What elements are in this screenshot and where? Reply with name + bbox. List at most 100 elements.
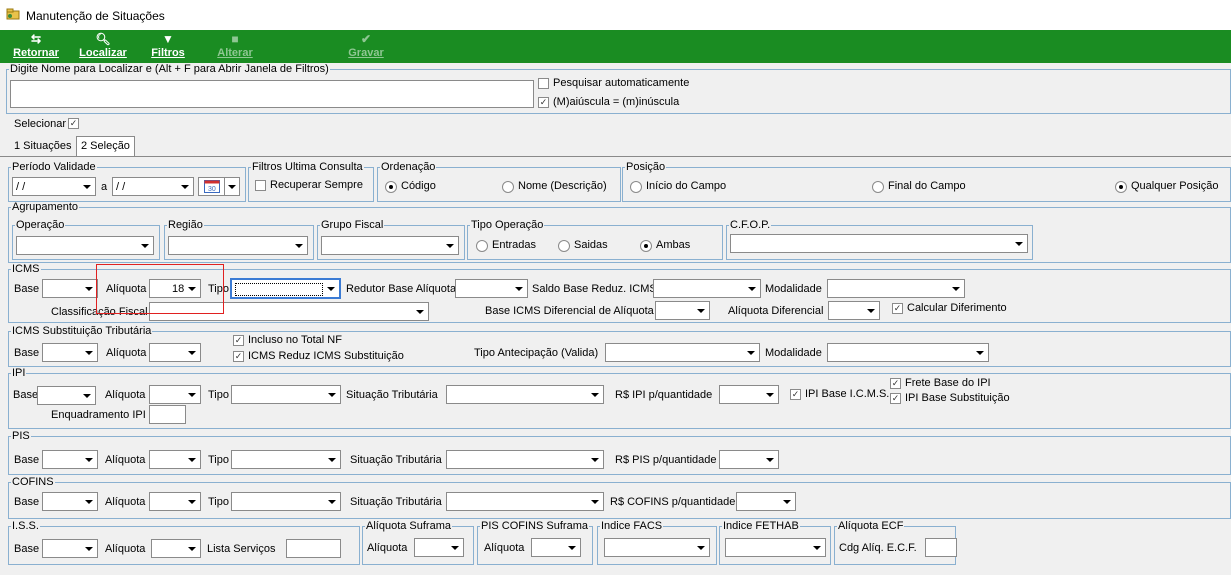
chevron-down-icon xyxy=(81,540,97,557)
chevron-down-icon xyxy=(184,344,200,361)
ipi-rs-dropdown[interactable] xyxy=(719,385,779,404)
icms-st-modalidade-dropdown[interactable] xyxy=(827,343,989,362)
icms-base-dif-dropdown[interactable] xyxy=(655,301,710,320)
cdg-ecf-input[interactable] xyxy=(925,538,957,557)
ipi-situacao-dropdown[interactable] xyxy=(446,385,604,404)
chevron-down-icon xyxy=(412,303,428,320)
chevron-down-icon xyxy=(587,386,603,403)
operacao-dropdown[interactable] xyxy=(16,236,154,255)
check-icon: ✓ xyxy=(890,378,901,389)
icms-tipo-dropdown[interactable] xyxy=(230,278,341,299)
chevron-down-icon xyxy=(972,344,988,361)
chevron-down-icon xyxy=(744,280,760,297)
chevron-down-icon xyxy=(324,386,340,403)
chevron-down-icon xyxy=(587,451,603,468)
fethab-dropdown[interactable] xyxy=(725,538,826,557)
regiao-dropdown[interactable] xyxy=(168,236,308,255)
checkmark-icon: ✔ xyxy=(360,32,372,46)
pis-tipo-dropdown[interactable] xyxy=(231,450,341,469)
tipo-antecipacao-dropdown[interactable] xyxy=(605,343,760,362)
chevron-down-icon xyxy=(762,386,778,403)
search-input[interactable] xyxy=(10,80,534,108)
cofins-rs-dropdown[interactable] xyxy=(736,492,796,511)
iss-aliquota-dropdown[interactable] xyxy=(151,539,201,558)
tab-situacoes[interactable]: 1 Situações xyxy=(10,138,75,156)
cfop-dropdown[interactable] xyxy=(730,234,1028,253)
chevron-down-icon xyxy=(779,493,795,510)
icms-redutor-dropdown[interactable] xyxy=(455,279,528,298)
pis-situacao-dropdown[interactable] xyxy=(446,450,604,469)
check-icon: ✓ xyxy=(233,335,244,346)
gravar-button[interactable]: ✔ Gravar xyxy=(343,30,389,63)
check-icon: ✓ xyxy=(790,389,801,400)
icms-base-dropdown[interactable] xyxy=(42,279,98,298)
chevron-down-icon xyxy=(863,302,879,319)
check-icon: ✓ xyxy=(538,97,549,108)
chevron-down-icon xyxy=(79,178,95,195)
chevron-down-icon xyxy=(324,493,340,510)
chevron-down-icon xyxy=(137,237,153,254)
toolbar: ⇆ Retornar 🔍︎ Localizar ▼ Filtros ■ Alte… xyxy=(0,30,1231,63)
enquadramento-input[interactable] xyxy=(149,405,186,424)
filtros-button[interactable]: ▼ Filtros xyxy=(146,30,190,63)
cofins-base-dropdown[interactable] xyxy=(42,492,98,511)
ipi-tipo-dropdown[interactable] xyxy=(231,385,341,404)
edit-icon: ■ xyxy=(231,32,239,46)
check-icon: ✓ xyxy=(890,393,901,404)
icms-saldo-dropdown[interactable] xyxy=(653,279,761,298)
chevron-down-icon xyxy=(511,280,527,297)
chevron-down-icon xyxy=(184,451,200,468)
check-icon: ✓ xyxy=(892,303,903,314)
icms-modalidade-dropdown[interactable] xyxy=(827,279,965,298)
lista-servicos-input[interactable] xyxy=(286,539,341,558)
chevron-down-icon xyxy=(693,302,709,319)
chevron-down-icon xyxy=(743,344,759,361)
retornar-button[interactable]: ⇆ Retornar xyxy=(8,30,64,63)
chevron-down-icon xyxy=(809,539,825,556)
grupo-fiscal-dropdown[interactable] xyxy=(321,236,459,255)
check-icon: ✓ xyxy=(233,351,244,362)
iss-base-dropdown[interactable] xyxy=(42,539,98,558)
chevron-down-icon xyxy=(81,280,97,297)
date-from-dropdown[interactable]: / / xyxy=(12,177,96,196)
icms-st-base-dropdown[interactable] xyxy=(42,343,98,362)
ipi-base-dropdown[interactable] xyxy=(37,386,96,405)
search-legend: Digite Nome para Localizar e (Alt + F pa… xyxy=(10,63,329,75)
cofins-tipo-dropdown[interactable] xyxy=(231,492,341,511)
pis-base-dropdown[interactable] xyxy=(42,450,98,469)
chevron-down-icon xyxy=(177,178,193,195)
localizar-button[interactable]: 🔍︎ Localizar xyxy=(75,30,131,63)
pis-rs-dropdown[interactable] xyxy=(719,450,779,469)
highlight-box xyxy=(96,264,224,314)
calendar-button[interactable]: 30 xyxy=(198,177,240,196)
selecionar-label: Selecionar xyxy=(14,118,66,130)
tab-selecao[interactable]: 2 Seleção xyxy=(76,136,135,156)
chevron-down-icon xyxy=(184,493,200,510)
date-to-dropdown[interactable]: / / xyxy=(112,177,194,196)
chevron-down-icon xyxy=(184,386,200,403)
funnel-icon: ▼ xyxy=(162,32,174,46)
chevron-down-icon xyxy=(948,280,964,297)
cofins-situacao-dropdown[interactable] xyxy=(446,492,604,511)
calendar-icon: 30 xyxy=(204,180,220,193)
icms-aliq-dif-dropdown[interactable] xyxy=(828,301,880,320)
cofins-aliquota-dropdown[interactable] xyxy=(149,492,201,511)
ipi-aliquota-dropdown[interactable] xyxy=(149,385,201,404)
chevron-down-icon xyxy=(1011,235,1027,252)
alterar-button[interactable]: ■ Alterar xyxy=(212,30,258,63)
suframa-aliquota-dropdown[interactable] xyxy=(414,538,464,557)
chevron-down-icon xyxy=(323,280,339,297)
tab-divider xyxy=(0,156,1231,157)
chevron-down-icon xyxy=(79,387,95,404)
pis-cofins-suframa-dropdown[interactable] xyxy=(531,538,581,557)
chevron-down-icon xyxy=(81,493,97,510)
icms-st-aliquota-dropdown[interactable] xyxy=(149,343,201,362)
app-icon xyxy=(6,8,20,20)
facs-dropdown[interactable] xyxy=(604,538,710,557)
chevron-down-icon xyxy=(224,178,239,195)
chevron-down-icon xyxy=(81,451,97,468)
chevron-down-icon xyxy=(184,540,200,557)
pis-aliquota-dropdown[interactable] xyxy=(149,450,201,469)
chevron-down-icon xyxy=(564,539,580,556)
chevron-down-icon xyxy=(442,237,458,254)
